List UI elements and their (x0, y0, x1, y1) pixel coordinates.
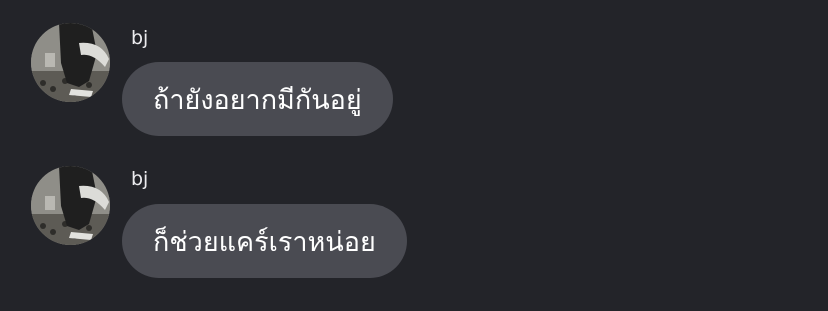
sender-name: bj (131, 27, 149, 49)
user-photo-avatar-icon (31, 23, 110, 102)
avatar[interactable] (31, 23, 110, 102)
message-row: bj ถ้ายังอยากมีกันอยู่ (0, 0, 828, 150)
message-bubble[interactable]: ถ้ายังอยากมีกันอยู่ (122, 62, 393, 136)
message-row: bj ก็ช่วยแคร์เราหน่อย (0, 150, 828, 311)
sender-name: bj (131, 168, 149, 190)
message-bubble[interactable]: ก็ช่วยแคร์เราหน่อย (122, 204, 407, 278)
user-photo-avatar-icon (31, 166, 110, 245)
avatar[interactable] (31, 166, 110, 245)
